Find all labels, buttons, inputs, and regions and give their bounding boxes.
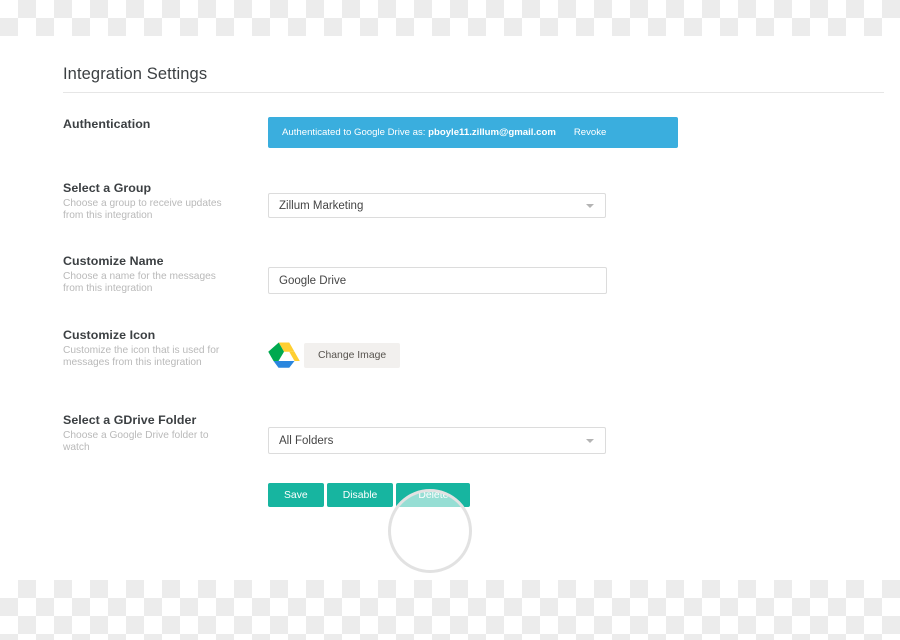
group-description: Choose a group to receive updates from t… [63,198,222,221]
folder-select[interactable]: All Folders [268,427,606,454]
folder-description: Choose a Google Drive folder to watch [63,430,209,453]
chevron-down-icon [586,203,594,208]
save-button[interactable]: Save [268,483,324,507]
group-select[interactable]: Zillum Marketing [268,193,606,218]
authentication-prefix: Authenticated to Google Drive as: [282,127,426,138]
disable-button[interactable]: Disable [326,483,394,507]
name-input[interactable]: Google Drive [268,267,607,294]
authentication-banner: Authenticated to Google Drive as: pboyle… [268,117,678,148]
icon-description: Customize the icon that is used for mess… [63,345,220,368]
name-input-value: Google Drive [279,274,347,287]
folder-label: Select a GDrive Folder [63,413,197,427]
group-selected-value: Zillum Marketing [279,199,364,212]
action-buttons: Save Disable Delete [268,483,471,507]
authentication-label: Authentication [63,117,151,131]
icon-label-group: Customize Icon Customize the icon that i… [63,328,263,368]
delete-button[interactable]: Delete [396,483,471,507]
google-drive-icon [268,342,300,368]
folder-selected-value: All Folders [279,434,334,447]
authentication-label-group: Authentication [63,117,263,131]
title-divider [63,92,884,93]
name-label-group: Customize Name Choose a name for the mes… [63,254,263,294]
icon-label: Customize Icon [63,328,156,342]
page-title: Integration Settings [63,65,208,83]
name-label: Customize Name [63,254,164,268]
folder-label-group: Select a GDrive Folder Choose a Google D… [63,413,263,453]
chevron-down-icon [586,438,594,443]
authentication-email: pboyle11.zillum@gmail.com [428,127,556,138]
group-label: Select a Group [63,181,152,195]
authentication-status-text: Authenticated to Google Drive as: pboyle… [282,127,556,138]
icon-preview-area: Change Image [268,341,401,369]
group-label-group: Select a Group Choose a group to receive… [63,181,263,221]
change-image-button[interactable]: Change Image [304,342,401,368]
name-description: Choose a name for the messages from this… [63,271,216,294]
transparency-checker-top [0,0,900,36]
transparency-checker-bottom [0,580,900,640]
revoke-link[interactable]: Revoke [574,127,607,138]
settings-page: Integration Settings Authentication Auth… [0,36,900,580]
